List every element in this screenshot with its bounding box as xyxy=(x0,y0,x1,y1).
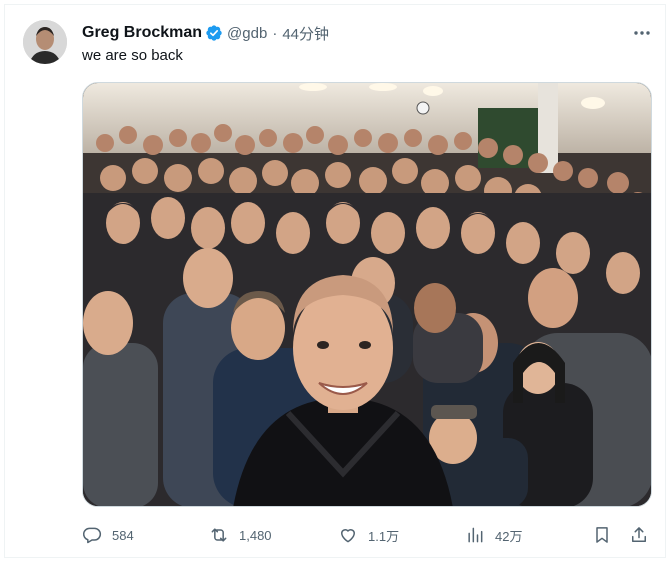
like-icon xyxy=(341,529,355,543)
like-count: 1.1万 xyxy=(368,528,400,544)
bookmark-icon xyxy=(596,527,608,543)
reply-button[interactable]: 584 xyxy=(82,520,134,550)
views-button[interactable]: 42万 xyxy=(465,520,522,550)
reply-icon xyxy=(82,527,102,544)
author-handle[interactable]: @gdb xyxy=(227,25,267,42)
repost-icon xyxy=(211,528,227,542)
repost-count: 1,480 xyxy=(239,527,272,543)
tweet-header: Greg Brockman @gdb · 44分钟 xyxy=(82,22,329,44)
bookmark-button[interactable] xyxy=(592,520,622,550)
author-name[interactable]: Greg Brockman xyxy=(82,24,202,42)
like-button[interactable]: 1.1万 xyxy=(338,520,399,550)
verified-badge-icon xyxy=(206,25,222,41)
action-bar: 584 1,480 1.1万 42万 xyxy=(82,520,652,550)
tweet-text: we are so back xyxy=(82,47,183,64)
reply-count: 584 xyxy=(112,527,134,543)
tweet-photo[interactable] xyxy=(82,82,652,507)
more-icon[interactable] xyxy=(630,22,654,44)
share-button[interactable] xyxy=(629,520,659,550)
views-icon xyxy=(468,527,483,543)
views-count: 42万 xyxy=(495,528,523,544)
group-selfie-image xyxy=(83,83,651,506)
timestamp[interactable]: 44分钟 xyxy=(282,23,329,44)
separator-dot: · xyxy=(272,24,278,42)
repost-button[interactable]: 1,480 xyxy=(209,520,272,550)
avatar[interactable] xyxy=(23,20,67,64)
share-icon xyxy=(632,527,646,542)
